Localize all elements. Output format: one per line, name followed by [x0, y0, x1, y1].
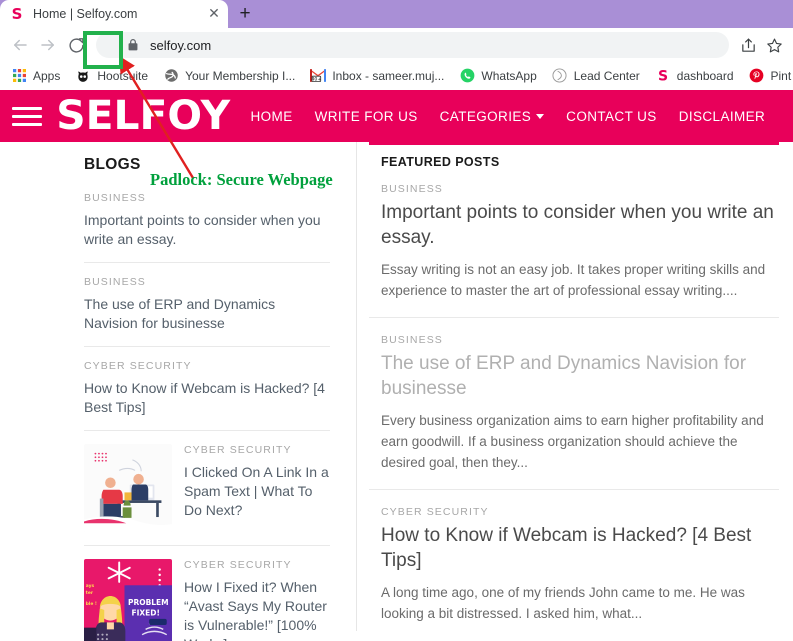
post-category[interactable]: BUSINESS — [381, 334, 779, 346]
list-item[interactable]: BUSINESS Important points to consider wh… — [369, 183, 779, 318]
bookmark-dashboard[interactable]: S dashboard — [648, 65, 741, 87]
bookmark-apps[interactable]: Apps — [4, 65, 67, 87]
nav-item-write-for-us[interactable]: WRITE FOR US — [315, 109, 418, 124]
svg-text:PROBLEM: PROBLEM — [128, 598, 169, 607]
bookmark-your-membership[interactable]: Your Membership I... — [156, 65, 302, 87]
post-category[interactable]: BUSINESS — [84, 276, 330, 288]
bookmark-label: dashboard — [676, 68, 734, 83]
padlock-icon — [126, 38, 140, 52]
bookmark-star-icon[interactable] — [761, 32, 787, 58]
blogs-heading: BLOGS — [84, 156, 141, 173]
post-title[interactable]: The use of ERP and Dynamics Navision for… — [381, 351, 779, 401]
share-icon[interactable] — [735, 32, 761, 58]
list-item[interactable]: BUSINESS Important points to consider wh… — [84, 192, 330, 263]
illustration-problem-fixed-icon: ayster ble ! PROBLEM FIXED! — [84, 559, 172, 641]
page-content: BLOGS BUSINESS Important points to consi… — [0, 142, 793, 641]
bookmark-pinterest[interactable]: Pint — [742, 65, 793, 87]
post-title[interactable]: I Clicked On A Link In a Spam Text | Wha… — [184, 463, 330, 520]
list-item[interactable]: BUSINESS The use of ERP and Dynamics Nav… — [369, 334, 779, 490]
list-item[interactable]: CYBER SECURITY I Clicked On A Link In a … — [84, 444, 330, 546]
forward-icon[interactable] — [34, 31, 62, 59]
bookmark-label: Hootsuite — [97, 68, 149, 83]
nav-label: CATEGORIES — [439, 108, 532, 124]
bookmark-label: WhatsApp — [481, 68, 537, 83]
nav-label: CONTACT US — [566, 108, 657, 124]
post-thumbnail[interactable] — [84, 444, 172, 532]
bookmarks-bar: Apps Hootsuite Your Membership I... 40+ — [0, 62, 793, 90]
lead-center-icon — [552, 68, 568, 84]
svg-text:ays: ays — [86, 584, 95, 589]
site-nav: HOME WRITE FOR US CATEGORIES CONTACT US … — [251, 109, 766, 124]
bookmark-hootsuite[interactable]: Hootsuite — [68, 65, 155, 87]
blogs-column: BLOGS BUSINESS Important points to consi… — [0, 142, 357, 641]
list-item[interactable]: CYBER SECURITY How to Know if Webcam is … — [84, 360, 330, 431]
whatsapp-icon — [459, 68, 475, 84]
post-excerpt: Every business organization aims to earn… — [381, 413, 764, 470]
svg-text:S: S — [658, 69, 668, 83]
hamburger-menu-icon[interactable] — [8, 106, 50, 126]
new-tab-button[interactable]: + — [228, 0, 262, 28]
nav-item-home[interactable]: HOME — [251, 109, 293, 124]
bookmark-label: Lead Center — [573, 68, 640, 83]
hootsuite-owl-icon — [75, 68, 91, 84]
site-header: SELFOY HOME WRITE FOR US CATEGORIES CONT… — [0, 90, 793, 142]
bookmark-lead-center[interactable]: Lead Center — [545, 65, 647, 87]
bookmark-label: Inbox - sameer.muj... — [332, 68, 445, 83]
browser-toolbar: selfoy.com — [0, 28, 793, 62]
svg-text:FIXED!: FIXED! — [132, 608, 160, 617]
list-item[interactable]: CYBER SECURITY How to Know if Webcam is … — [369, 506, 779, 640]
site-logo[interactable]: SELFOY — [56, 96, 230, 136]
tab-strip: S Home | Selfoy.com ✕ + — [0, 0, 793, 28]
nav-label: HOME — [250, 108, 293, 124]
nav-item-contact-us[interactable]: CONTACT US — [566, 109, 657, 124]
bookmark-label: Your Membership I... — [185, 68, 296, 83]
tab-favicon-icon: S — [11, 5, 23, 23]
post-category[interactable]: BUSINESS — [84, 192, 330, 204]
apps-grid-icon — [11, 68, 27, 84]
post-thumbnail[interactable]: ays ter ble ! PROBLEM FIXED! — [84, 559, 172, 641]
illustration-desk-worker-icon — [84, 444, 172, 532]
post-title[interactable]: How to Know if Webcam is Hacked? [4 Best… — [381, 523, 779, 573]
browser-window: S Home | Selfoy.com ✕ + selfoy.com Apps … — [0, 0, 793, 641]
post-category[interactable]: CYBER SECURITY — [184, 559, 330, 571]
tab-title: Home | Selfoy.com — [33, 7, 138, 21]
bookmark-inbox[interactable]: 40+ Inbox - sameer.muj... — [303, 65, 451, 87]
post-category[interactable]: BUSINESS — [381, 183, 779, 195]
bookmark-label: Apps — [33, 68, 61, 83]
browser-tab[interactable]: S Home | Selfoy.com ✕ — [0, 0, 228, 28]
chevron-down-icon — [536, 113, 545, 119]
gmail-icon: 40+ — [310, 68, 327, 84]
back-icon[interactable] — [6, 31, 34, 59]
post-category[interactable]: CYBER SECURITY — [381, 506, 779, 518]
post-category[interactable]: CYBER SECURITY — [84, 360, 330, 372]
post-title[interactable]: The use of ERP and Dynamics Navision for… — [84, 295, 330, 333]
nav-label: WRITE FOR US — [314, 108, 418, 124]
stripe-s-icon: S — [655, 68, 671, 84]
nav-label: DISCLAIMER — [678, 108, 766, 124]
reload-icon[interactable] — [62, 31, 90, 59]
globe-icon — [163, 68, 179, 84]
url-text[interactable]: selfoy.com — [150, 38, 211, 53]
list-item[interactable]: ays ter ble ! PROBLEM FIXED! CYBER SECUR… — [84, 559, 330, 641]
post-title[interactable]: Important points to consider when you wr… — [381, 200, 779, 250]
post-excerpt: A long time ago, one of my friends John … — [381, 585, 745, 621]
nav-item-disclaimer[interactable]: DISCLAIMER — [679, 109, 766, 124]
post-category[interactable]: CYBER SECURITY — [184, 444, 330, 456]
post-excerpt: Essay writing is not an easy job. It tak… — [381, 262, 766, 298]
bookmark-label: Pint — [770, 68, 792, 83]
close-icon[interactable]: ✕ — [206, 6, 222, 22]
list-item[interactable]: BUSINESS The use of ERP and Dynamics Nav… — [84, 276, 330, 347]
pinterest-icon — [749, 68, 765, 84]
featured-posts-heading: FEATURED POSTS — [381, 155, 500, 169]
svg-text:ble !: ble ! — [86, 601, 97, 607]
svg-text:40+: 40+ — [312, 77, 322, 83]
post-title[interactable]: Important points to consider when you wr… — [84, 211, 330, 249]
post-title[interactable]: How to Know if Webcam is Hacked? [4 Best… — [84, 379, 330, 417]
featured-posts-column: FEATURED POSTS BUSINESS Important points… — [357, 142, 793, 631]
svg-text:ter: ter — [86, 590, 94, 596]
address-bar[interactable]: selfoy.com — [96, 32, 729, 58]
bookmark-whatsapp[interactable]: WhatsApp — [452, 65, 543, 87]
post-title[interactable]: How I Fixed it? When “Avast Says My Rout… — [184, 578, 330, 641]
nav-item-categories[interactable]: CATEGORIES — [440, 109, 545, 124]
